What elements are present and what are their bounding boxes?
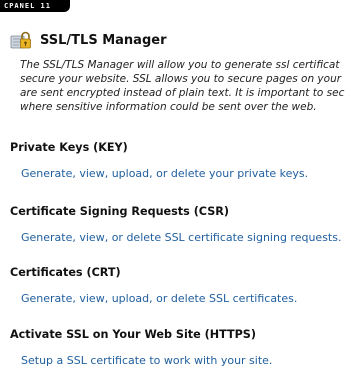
- section-activate-ssl: Activate SSL on Your Web Site (HTTPS) Se…: [10, 328, 272, 368]
- section-private-keys: Private Keys (KEY) Generate, view, uploa…: [10, 141, 308, 181]
- section-heading-private-keys: Private Keys (KEY): [10, 141, 128, 154]
- intro-line: The SSL/TLS Manager will allow you to ge…: [20, 59, 340, 71]
- private-keys-link[interactable]: Generate, view, upload, or delete your p…: [21, 167, 308, 181]
- section-heading-csr: Certificate Signing Requests (CSR): [10, 205, 230, 218]
- padlock-certificate-icon: [10, 31, 31, 49]
- intro-line: where sensitive information could be sen…: [20, 101, 317, 113]
- intro-line: secure your website. SSL allows you to s…: [20, 73, 342, 85]
- cpanel-brand-label: CPANEL 11: [4, 2, 51, 10]
- intro-paragraph: The SSL/TLS Manager will allow you to ge…: [20, 58, 360, 114]
- section-csr: Certificate Signing Requests (CSR) Gener…: [10, 205, 341, 245]
- cpanel-brand-tab: CPANEL 11: [0, 0, 70, 12]
- page-header: SSL/TLS Manager: [10, 30, 166, 50]
- intro-line: are sent encrypted instead of plain text…: [20, 87, 345, 99]
- csr-link[interactable]: Generate, view, or delete SSL certificat…: [21, 231, 341, 245]
- activate-ssl-link[interactable]: Setup a SSL certificate to work with you…: [21, 354, 272, 368]
- section-heading-certificates: Certificates (CRT): [10, 266, 121, 279]
- section-heading-activate-ssl: Activate SSL on Your Web Site (HTTPS): [10, 328, 256, 341]
- section-certificates: Certificates (CRT) Generate, view, uploa…: [10, 266, 297, 306]
- page-title: SSL/TLS Manager: [40, 32, 167, 48]
- certificates-link[interactable]: Generate, view, upload, or delete SSL ce…: [21, 292, 297, 306]
